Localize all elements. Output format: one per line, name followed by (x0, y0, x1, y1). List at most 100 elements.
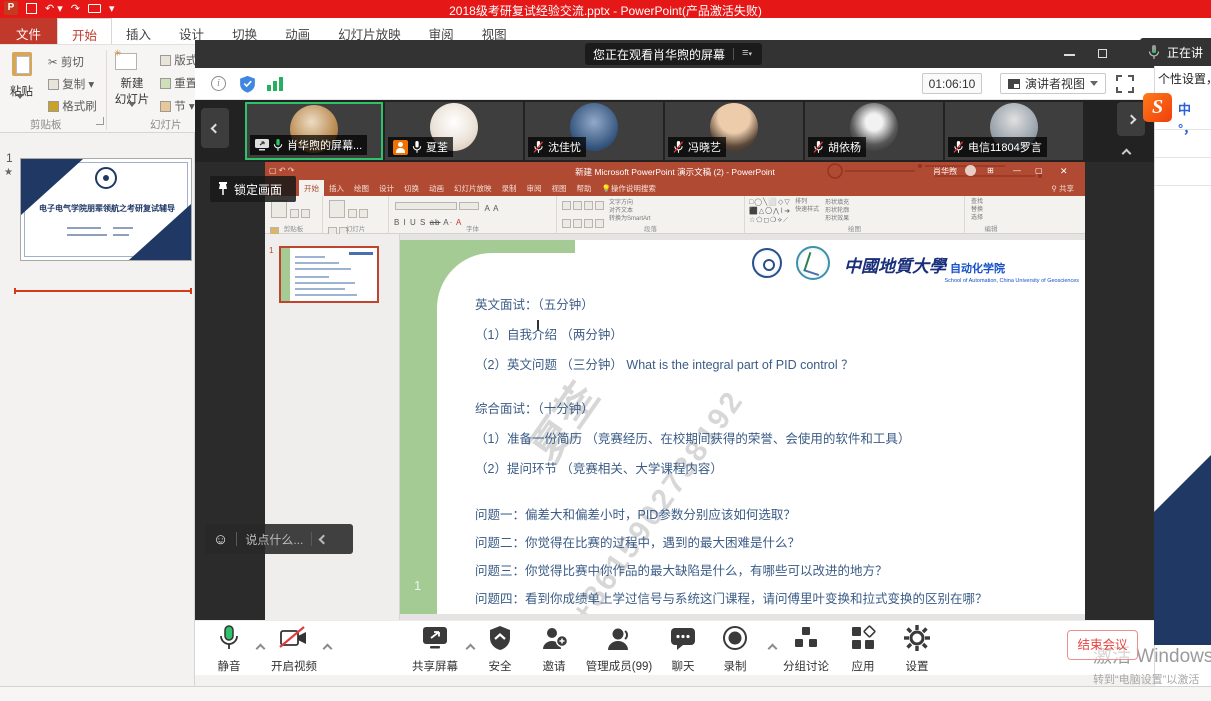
university-name: 中國地質大學 (844, 257, 946, 276)
invite-button[interactable]: 邀请 (527, 625, 581, 674)
network-signal-icon[interactable] (267, 77, 283, 91)
start-video-button[interactable]: 开启视频 (265, 625, 323, 674)
mute-button[interactable]: 静音 (203, 625, 255, 674)
end-meeting-button[interactable]: 结束会议 (1067, 630, 1138, 660)
participant-name: 电信11804罗言 (968, 139, 1042, 155)
scroll-left-button[interactable] (201, 108, 229, 148)
shared-tab-home[interactable]: 开始 (299, 180, 324, 196)
shared-tab-insert[interactable]: 插入 (324, 180, 349, 196)
participant-tile[interactable]: 肖华煦的屏幕... (245, 102, 383, 160)
close-icon[interactable]: ✕ (1060, 166, 1068, 177)
shared-ppt-title: 新建 Microsoft PowerPoint 演示文稿 (2) - Power… (265, 166, 1085, 178)
shared-tab-view[interactable]: 视图 (547, 180, 572, 196)
copy-icon (48, 79, 59, 90)
shared-tab-slideshow[interactable]: 幻灯片放映 (449, 180, 497, 196)
paste-dropdown-icon[interactable] (16, 99, 24, 117)
chat-button[interactable]: 聊天 (659, 625, 707, 674)
participant-tile[interactable]: 夏荃 (385, 102, 523, 160)
quick-chat-bar[interactable]: ☺ 说点什么... (205, 524, 353, 554)
minimize-icon[interactable]: — (1013, 166, 1021, 175)
shared-ppt-tabs: 开始 插入 绘图 设计 切换 动画 幻灯片放映 录制 审阅 视图 帮助 💡操作说… (265, 180, 1085, 196)
record-button[interactable]: 录制 (711, 625, 759, 674)
input-mode-indicator[interactable]: 中 °， (1178, 99, 1211, 137)
copy-button[interactable]: 复制 ▾ (48, 76, 94, 92)
shared-ppt-user: 肖华煦 (933, 166, 957, 177)
emoji-icon[interactable]: ☺ (213, 531, 228, 548)
shared-ppt-ribbon: 剪贴板 幻灯片 A A B I U S ab A· A 字体 (265, 196, 1085, 234)
ribbon-display-icon[interactable]: ⊞ (987, 166, 994, 175)
slide-text-line: （2）提问环节 （竞赛相关、大学课程内容） (475, 458, 723, 477)
mic-muted-icon (953, 141, 964, 154)
slide-thumbnail[interactable]: 电子电气学院朋辈领航之考研复试辅导 (20, 158, 192, 261)
collapse-chat-icon[interactable] (319, 534, 329, 544)
video-options-icon[interactable] (324, 639, 331, 657)
shared-slide-thumbnail[interactable] (279, 246, 379, 303)
slide-text-line: 英文面试：（五分钟） (475, 294, 594, 313)
share-screen-icon (421, 625, 449, 651)
shared-tab-review[interactable]: 审阅 (522, 180, 547, 196)
paste-icon[interactable] (12, 52, 32, 76)
participant-tile[interactable]: 胡依杨 (805, 102, 943, 160)
settings-button[interactable]: 设置 (895, 625, 939, 674)
group-paragraph: 文字方向 对齐文本 转换为SmartArt 段落 (557, 196, 745, 234)
share-screen-button[interactable]: 共享屏幕 (405, 625, 465, 674)
participant-tile[interactable]: 冯晓艺 (665, 102, 803, 160)
slide-text-line: 问题三：你觉得比赛中你作品的最大缺陷是什么，有哪些可以改进的地方？ (475, 560, 888, 579)
meeting-controlbar: i 01:06:10 演讲者视图 (195, 68, 1154, 100)
shared-thumb-number: 1 (269, 246, 273, 255)
chat-input-placeholder[interactable]: 说点什么... (245, 531, 303, 548)
shield-icon (488, 625, 512, 651)
speaking-indicator: 正在讲 (1140, 38, 1211, 66)
tell-me-search[interactable]: 💡操作说明搜索 (597, 180, 661, 196)
slide-text-line: 问题二：你觉得在比赛的过程中，遇到的最大困难是什么？ (475, 532, 800, 551)
self-badge-icon (393, 140, 408, 155)
meeting-info-icon[interactable]: i (211, 76, 226, 91)
shared-tab-transitions[interactable]: 切换 (399, 180, 424, 196)
layout-button[interactable]: 版式 (160, 52, 197, 68)
mic-icon (217, 625, 241, 651)
shared-tab-help[interactable]: 帮助 (572, 180, 597, 196)
mic-on-icon (412, 141, 422, 154)
shared-powerpoint: ▢ ↶ ↷ 新建 Microsoft PowerPoint 演示文稿 (2) -… (265, 162, 1085, 620)
college-name: 自动化学院 (950, 263, 1005, 275)
new-slide-dropdown-icon[interactable] (128, 107, 136, 125)
share-button[interactable]: ⚲ 共享 (1046, 180, 1079, 196)
scroll-right-button[interactable] (1117, 102, 1145, 136)
cut-button[interactable]: ✂ 剪切 (48, 54, 84, 70)
protection-shield-icon[interactable] (239, 75, 256, 93)
shared-tab-record[interactable]: 录制 (497, 180, 522, 196)
participant-tile[interactable]: 电信11804罗言 (945, 102, 1083, 160)
manage-members-button[interactable]: 管理成员(99) (575, 625, 663, 674)
tab-home[interactable]: 开始 (57, 18, 112, 44)
shared-tab-design[interactable]: 设计 (374, 180, 399, 196)
reset-button[interactable]: 重置 (160, 75, 197, 91)
collapse-strip-icon[interactable] (1123, 144, 1130, 162)
minimize-button[interactable] (1064, 49, 1076, 56)
breakout-rooms-button[interactable]: 分组讨论 (773, 625, 839, 674)
university-header: 中國地質大學自动化学院 School of Automation, China … (844, 252, 1079, 284)
meeting-topbar[interactable]: 您正在观看肖华煦的屏幕 ≡▾ (195, 40, 1154, 68)
tab-file[interactable]: 文件 (0, 18, 57, 44)
viewing-banner[interactable]: 您正在观看肖华煦的屏幕 ≡▾ (585, 43, 762, 65)
apps-button[interactable]: 应用 (841, 625, 885, 674)
sogou-input-icon[interactable]: S (1143, 93, 1172, 122)
tab-insert[interactable]: 插入 (112, 18, 165, 44)
section-button[interactable]: 节 ▾ (160, 98, 195, 114)
maximize-icon[interactable]: ▢ (1035, 166, 1043, 175)
mute-options-icon[interactable] (257, 639, 264, 657)
participant-tile[interactable]: 沈佳忧 (525, 102, 663, 160)
format-painter-button[interactable]: 格式刷 (48, 98, 97, 114)
maximize-button[interactable] (1098, 49, 1110, 58)
layout-menu-icon[interactable]: ≡▾ (742, 48, 754, 60)
participant-name: 肖华煦的屏幕... (287, 137, 362, 153)
layout-icon (160, 55, 171, 66)
shared-tab-animations[interactable]: 动画 (424, 180, 449, 196)
slide-number: 1 (6, 151, 13, 165)
view-mode-dropdown[interactable]: 演讲者视图 (1000, 73, 1106, 94)
shared-tab-draw[interactable]: 绘图 (349, 180, 374, 196)
security-button[interactable]: 安全 (473, 625, 527, 674)
clipboard-dialog-launcher[interactable] (96, 117, 104, 125)
fullscreen-icon[interactable] (1116, 75, 1134, 93)
mic-muted-icon (673, 141, 684, 154)
lock-screen-button[interactable]: 锁定画面 (210, 176, 296, 202)
